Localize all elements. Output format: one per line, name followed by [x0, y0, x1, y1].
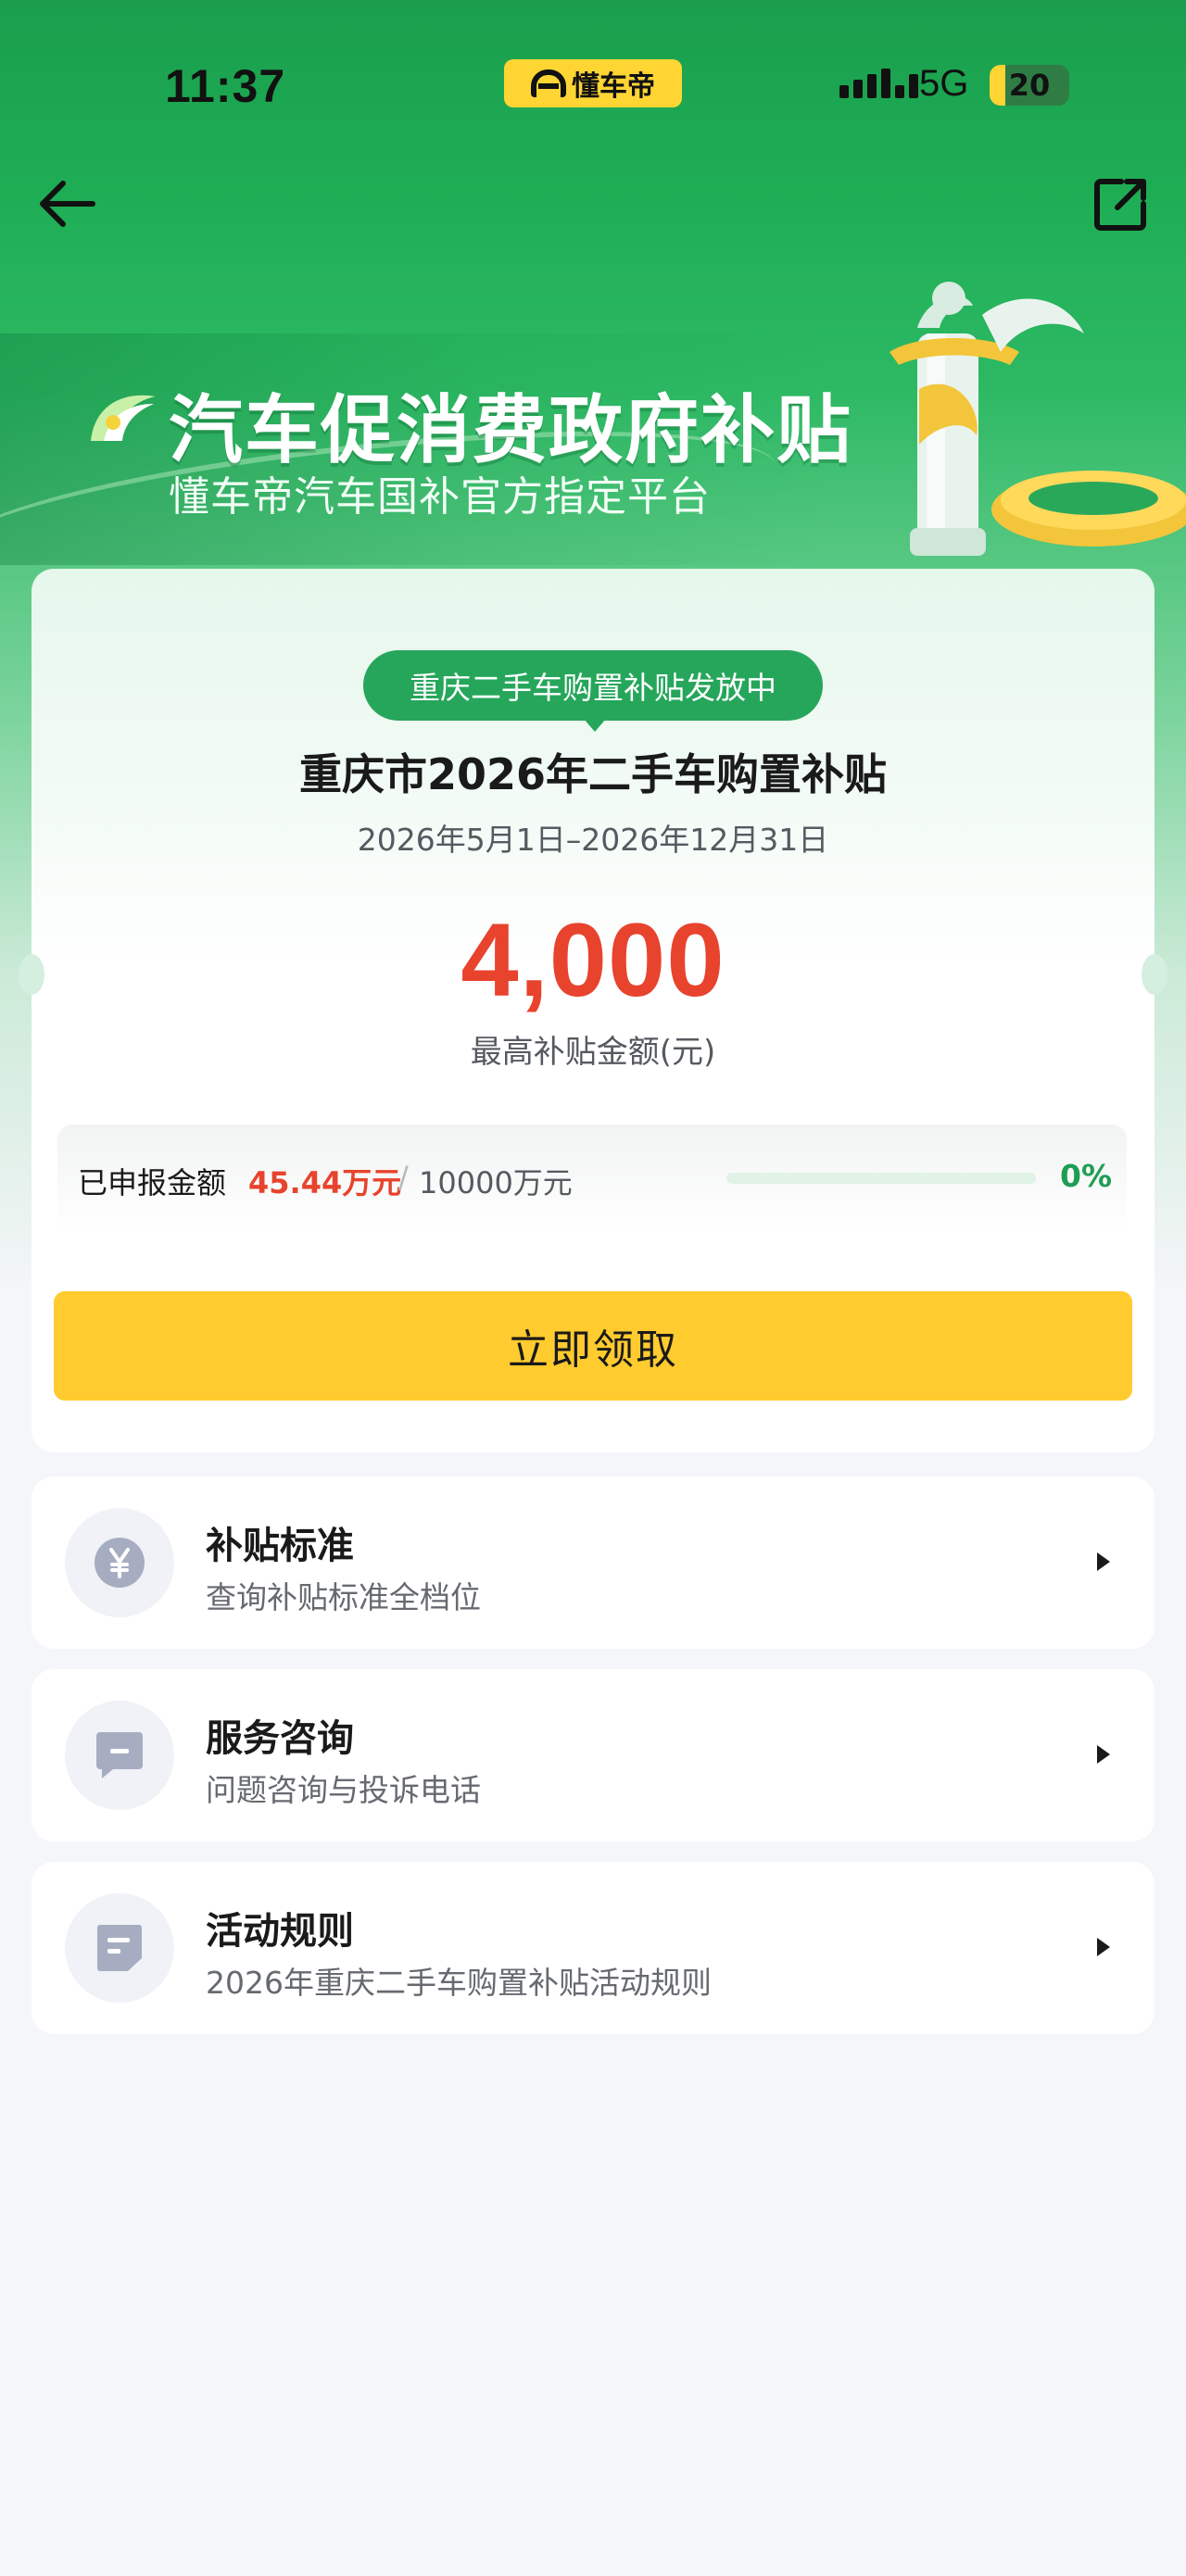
applied-amount-value: 45.44万元 — [248, 1165, 402, 1200]
battery-percent: 20 — [1008, 68, 1051, 103]
share-button[interactable] — [1093, 176, 1149, 232]
share-icon — [1094, 179, 1146, 231]
chevron-right-icon — [1097, 1938, 1110, 1956]
signal-icon — [839, 69, 918, 98]
list-icon-circle — [65, 1701, 174, 1810]
max-subsidy-amount: 4,000 — [461, 902, 725, 1018]
chat-bubble-icon — [96, 1732, 143, 1778]
battery-icon: 20 — [990, 65, 1069, 106]
subsidy-title: 重庆市2026年二手车购置补贴 — [298, 749, 888, 799]
subsidy-status-badge: 重庆二手车购置补贴发放中 — [363, 650, 823, 721]
monument-illustration-icon — [890, 282, 1186, 556]
claim-now-button[interactable]: 立即领取 — [54, 1291, 1132, 1401]
list-item-title: 服务咨询 — [206, 1717, 354, 1760]
list-item-activity-rules[interactable]: 活动规则 2026年重庆二手车购置补贴活动规则 — [32, 1862, 1154, 2034]
banner-subtitle: 懂车帝汽车国补官方指定平台 — [169, 473, 711, 521]
list-item-description: 问题咨询与投诉电话 — [206, 1772, 481, 1808]
back-button[interactable] — [35, 176, 98, 232]
yen-coin-icon — [95, 1538, 145, 1588]
back-arrow-icon — [40, 181, 95, 227]
total-budget: 10000万元 — [419, 1165, 573, 1200]
list-icon-circle — [65, 1508, 174, 1617]
list-item-subsidy-standard[interactable]: 补贴标准 查询补贴标准全档位 — [32, 1476, 1154, 1649]
page: 11:37 懂车帝 5G 20 汽车促消费政府补贴 懂车帝汽车国补官方指定平台 — [0, 0, 1186, 2576]
progress-percent: 0% — [1060, 1158, 1113, 1194]
chevron-right-icon — [1097, 1552, 1110, 1571]
amount-separator: / — [398, 1160, 409, 1195]
app-badge-label: 懂车帝 — [572, 70, 655, 103]
status-time: 11:37 — [165, 60, 286, 112]
chevron-right-icon — [1097, 1745, 1110, 1764]
progress-bar — [726, 1173, 1036, 1184]
list-icon-circle — [65, 1893, 174, 2003]
banner-title: 汽车促消费政府补贴 — [169, 387, 852, 473]
max-subsidy-label: 最高补贴金额(元) — [470, 1034, 716, 1071]
app-badge: 懂车帝 — [504, 59, 682, 107]
network-type: 5G — [919, 63, 969, 104]
list-item-title: 补贴标准 — [206, 1525, 354, 1567]
list-item-description: 2026年重庆二手车购置补贴活动规则 — [206, 1965, 712, 2001]
banner-leaf-icon — [91, 395, 156, 441]
dongchedi-logo-icon — [531, 69, 566, 97]
status-badge-pointer — [584, 719, 606, 732]
list-item-title: 活动规则 — [206, 1910, 354, 1953]
list-item-description: 查询补贴标准全档位 — [206, 1579, 481, 1615]
subsidy-dates: 2026年5月1日–2026年12月31日 — [357, 822, 829, 858]
document-icon — [97, 1925, 142, 1971]
list-item-service-consult[interactable]: 服务咨询 问题咨询与投诉电话 — [32, 1669, 1154, 1841]
applied-amount-label: 已申报金额 — [78, 1165, 227, 1200]
